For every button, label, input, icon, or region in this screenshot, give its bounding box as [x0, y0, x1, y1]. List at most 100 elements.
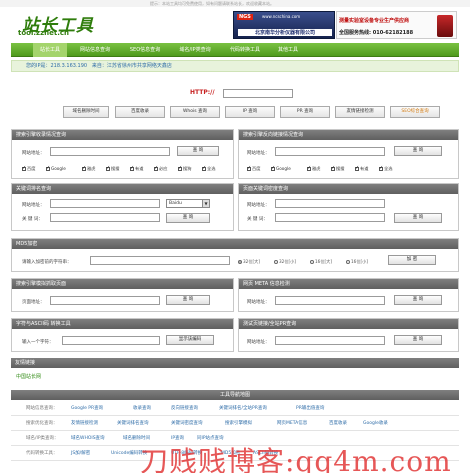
engine-checkbox[interactable]: 必应: [154, 165, 167, 172]
url-input[interactable]: [275, 147, 385, 156]
panel-title: 关键词排名查询: [12, 184, 233, 194]
banner-ad-right[interactable]: 测量实验室设备专业生产供应商 全国服务热线: 010-62182188: [336, 11, 457, 39]
engine-checkbox[interactable]: 百度: [247, 165, 260, 172]
url-label: 网站地址：: [22, 151, 45, 156]
nav-item-seo-info[interactable]: SEO信息查询: [123, 43, 167, 57]
md5-input[interactable]: [90, 256, 230, 265]
url-label: 页面地址：: [22, 300, 45, 305]
meta-check-panel: 网页 META 信息检测 网站地址： 查 询: [238, 278, 459, 312]
tool-nav-link[interactable]: 域名WHOIS查询: [71, 432, 105, 446]
seo-overview-button[interactable]: SEO综合查询: [390, 106, 440, 118]
ad-company: 北京南华分析仪器有限公司: [238, 29, 332, 36]
nav-item-site-info[interactable]: 网站信息查询: [73, 43, 117, 57]
http-prefix-label: HTTP://: [190, 89, 215, 96]
tool-nav-link[interactable]: Google收录: [363, 417, 388, 431]
keyword-label: 关 键 词：: [22, 217, 43, 222]
tool-nav-link[interactable]: 收录查询: [133, 402, 151, 416]
url-input[interactable]: [50, 147, 170, 156]
engine-checkbox[interactable]: 搜搜: [106, 165, 119, 172]
ad-product-image: [437, 15, 453, 37]
url-input[interactable]: [275, 336, 385, 345]
friend-link[interactable]: 中国站长网: [16, 373, 41, 380]
engine-checkbox[interactable]: 有道: [130, 165, 143, 172]
show-code-button[interactable]: 显示该编码: [166, 335, 214, 345]
select-all-checkbox[interactable]: 全选: [202, 165, 215, 172]
url-input[interactable]: [275, 296, 385, 305]
visitor-location: 江苏省徐州市共享网络天鑫店: [106, 63, 172, 69]
url-label: 网站地址：: [247, 340, 270, 345]
friendlink-check-button[interactable]: 友情链接检测: [335, 106, 385, 118]
tool-nav-link[interactable]: 关键词密度查询: [171, 417, 203, 431]
panel-title: MD5加密: [12, 239, 458, 249]
domain-input[interactable]: [223, 89, 293, 98]
tool-nav-link[interactable]: PR输出值查询: [296, 402, 324, 416]
tool-nav-title: 工具导航地图: [11, 390, 459, 400]
keyword-input[interactable]: [50, 213, 160, 222]
visitor-ip: 218.3.163.190: [50, 63, 88, 69]
md5-option-radio[interactable]: 16位[小]: [346, 259, 368, 265]
query-button[interactable]: 查 询: [394, 213, 442, 223]
banner-ad-left[interactable]: NGS www.ncschina.com 北京南华分析仪器有限公司: [233, 11, 335, 39]
nav-item-code-convert[interactable]: 代码转换工具: [223, 43, 267, 57]
query-button[interactable]: 查 询: [394, 335, 442, 345]
keyword-rank-panel: 关键词排名查询 网站地址： Baidu ▼ 关 键 词： 查 询: [11, 183, 234, 231]
ip-query-button[interactable]: IP 查询: [225, 106, 275, 118]
panel-title: 友情链接: [11, 358, 459, 368]
engine-checkbox[interactable]: 雅虎: [82, 165, 95, 172]
md5-option-radio[interactable]: 16位[大]: [310, 259, 332, 265]
panel-title: 测试页链接/全站PR查询: [239, 319, 458, 329]
engine-select[interactable]: Baidu ▼: [166, 199, 210, 208]
baidu-index-button[interactable]: 百度收录: [115, 106, 165, 118]
tool-nav-link[interactable]: JS加/解密: [71, 447, 90, 461]
tool-nav-link[interactable]: 百度收录: [329, 417, 347, 431]
select-all-checkbox[interactable]: 全选: [379, 165, 392, 172]
tool-nav-category: 搜索优化查询：: [26, 421, 58, 426]
engine-checkbox[interactable]: 搜搜: [331, 165, 344, 172]
url-label: 网站地址：: [22, 203, 45, 208]
url-input[interactable]: [275, 199, 385, 208]
query-button[interactable]: 查 询: [394, 146, 442, 156]
pr-query-button[interactable]: PR 查询: [280, 106, 330, 118]
encrypt-button[interactable]: 加 密: [388, 255, 436, 265]
ad-url: www.ncschina.com: [262, 14, 301, 19]
nav-item-other-tools[interactable]: 其他工具: [273, 43, 303, 57]
nav-item-webmaster-tools[interactable]: 站长工具: [33, 43, 67, 57]
engine-checkbox[interactable]: 百度: [22, 165, 35, 172]
engine-checkbox[interactable]: 有道: [355, 165, 368, 172]
engine-checkbox[interactable]: 雅虎: [307, 165, 320, 172]
engine-checkbox[interactable]: Google: [46, 165, 66, 171]
tool-nav-link[interactable]: 网页META信息: [277, 417, 307, 431]
main-nav: 站长工具 网站信息查询 SEO信息查询 域名/IP类查询 代码转换工具 其他工具: [11, 43, 459, 57]
chevron-down-icon: ▼: [202, 200, 209, 207]
url-input[interactable]: [50, 199, 160, 208]
ad-brand-logo: NGS: [237, 14, 253, 20]
char-input[interactable]: [62, 336, 160, 345]
query-button[interactable]: 查 询: [394, 295, 442, 305]
engine-checkbox[interactable]: 搜狗: [178, 165, 191, 172]
tool-nav-link[interactable]: Google PR查询: [71, 402, 103, 416]
query-button[interactable]: 查 询: [177, 146, 219, 156]
engine-index-panel: 搜索引擎收录情况查询 网站地址： 查 询 百度 Google 雅虎 搜搜 有道 …: [11, 129, 234, 179]
nav-item-domain-ip[interactable]: 域名/IP类查询: [173, 43, 217, 57]
md5-option-radio[interactable]: 32位[小]: [274, 259, 296, 265]
url-input[interactable]: [50, 296, 160, 305]
tool-nav-link[interactable]: 反向链接查询: [171, 402, 198, 416]
whois-button[interactable]: Whois 查询: [170, 106, 220, 118]
site-pr-panel: 测试页链接/全站PR查询 网站地址： 查 询: [238, 318, 459, 352]
top-notice: 提示：本站工具均可免费使用，如有问题请联系站长，欢迎收藏本站。: [0, 0, 470, 7]
tool-nav-link[interactable]: 搜索引擎模拟: [225, 417, 252, 431]
keyword-input[interactable]: [275, 213, 385, 222]
spider-simulate-panel: 搜索引擎模拟抓取页面 页面地址： 查 询: [11, 278, 234, 312]
query-button[interactable]: 查 询: [166, 295, 210, 305]
keyword-label: 关 键 词：: [247, 217, 268, 222]
tool-nav-link[interactable]: 关键词排名/全站PR查询: [219, 402, 267, 416]
tool-nav-row: 网站信息查询： Google PR查询 收录查询 反向链接查询 关键词排名/全站…: [11, 402, 459, 416]
md5-option-radio[interactable]: 32位[大]: [238, 259, 260, 265]
engine-checkbox[interactable]: Google: [271, 165, 291, 171]
tool-nav-link[interactable]: 友情链接检测: [71, 417, 98, 431]
tool-nav-link[interactable]: 关键词排名查询: [117, 417, 149, 431]
domain-delete-time-button[interactable]: 域名删除时间: [63, 106, 109, 118]
site-logo-domain[interactable]: tool.zznet.cn: [18, 29, 69, 37]
panel-title: 搜索引擎模拟抓取页面: [12, 279, 233, 289]
query-button[interactable]: 查 询: [166, 213, 210, 223]
